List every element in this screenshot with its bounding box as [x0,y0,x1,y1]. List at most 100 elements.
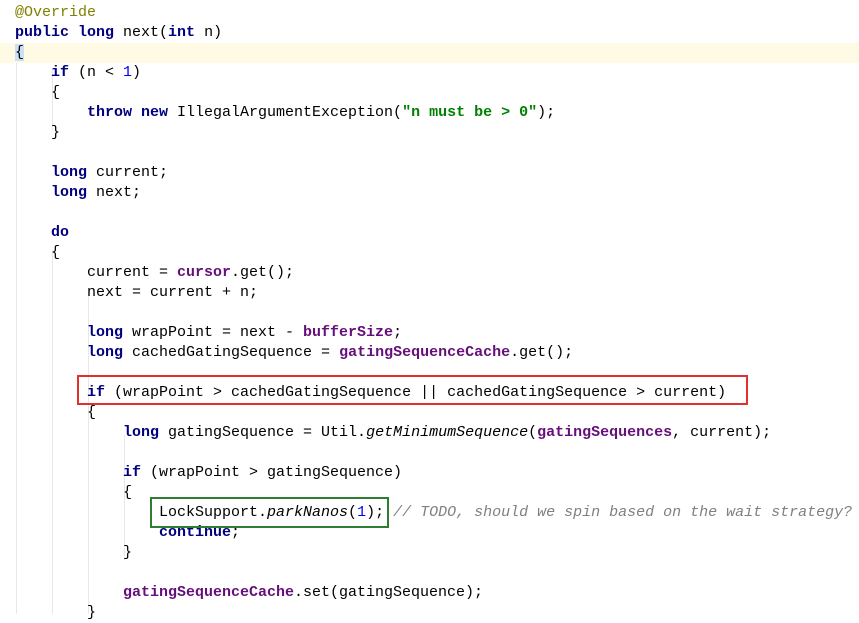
code-text: throw new IllegalArgumentException("n mu… [87,103,555,123]
token-plain: .get(); [510,344,574,361]
token-str: "n must be > 0" [402,104,538,121]
token-plain: ( [528,424,538,441]
code-line[interactable]: long current; [0,163,859,183]
code-line[interactable] [0,203,859,223]
code-text: { [15,43,25,63]
code-text: next = current + n; [87,283,258,303]
token-plain: , current); [672,424,772,441]
token-plain: } [51,124,61,141]
code-line[interactable]: long wrapPoint = next - bufferSize; [0,323,859,343]
code-line[interactable] [0,143,859,163]
code-line[interactable]: next = current + n; [0,283,859,303]
code-line[interactable]: } [0,603,859,623]
code-text: long gatingSequence = Util.getMinimumSeq… [123,423,771,443]
token-brace-match: { [15,44,25,61]
token-kw: do [51,224,70,241]
token-kw: long [123,424,169,441]
token-kw: if [51,64,79,81]
code-line[interactable]: long gatingSequence = Util.getMinimumSeq… [0,423,859,443]
code-line[interactable]: public long next(int n) [0,23,859,43]
code-line[interactable]: if (n < 1) [0,63,859,83]
token-kw: if [123,464,151,481]
code-line[interactable]: } [0,543,859,563]
code-line[interactable]: { [0,403,859,423]
green-highlight-box [150,497,389,528]
code-line[interactable]: { [0,43,859,63]
code-text: { [51,83,60,103]
token-kw: int [168,24,205,41]
token-plain: } [123,544,133,561]
token-plain: ; [393,324,403,341]
code-text: long cachedGatingSequence = gatingSequen… [87,343,573,363]
token-plain: (n < [78,64,124,81]
token-num: 1 [123,64,133,81]
token-field: bufferSize [303,324,394,341]
red-highlight-box [77,375,748,405]
code-text: { [123,483,132,503]
code-text: { [87,403,96,423]
code-line[interactable]: } [0,123,859,143]
token-field: cursor [177,264,232,281]
code-line[interactable] [0,303,859,323]
token-ann: @Override [15,4,97,21]
code-line[interactable]: throw new IllegalArgumentException("n mu… [0,103,859,123]
token-ital: getMinimumSequence [366,424,529,441]
token-plain: { [51,244,61,261]
code-text: gatingSequenceCache.set(gatingSequence); [123,583,483,603]
code-text: @Override [15,3,96,23]
code-text: long wrapPoint = next - bufferSize; [87,323,402,343]
token-kw: long [51,164,97,181]
code-line[interactable]: do [0,223,859,243]
token-plain: .set(gatingSequence); [294,584,484,601]
token-kw: throw new [87,104,178,121]
token-plain: .get(); [231,264,295,281]
token-plain: } [87,604,97,621]
token-field: gatingSequenceCache [339,344,511,361]
code-text: { [51,243,60,263]
code-text: } [51,123,60,143]
code-line[interactable]: if (wrapPoint > gatingSequence) [0,463,859,483]
token-kw: long [87,344,133,361]
code-text: } [123,543,132,563]
token-plain: ); [537,104,556,121]
token-plain: n) [204,24,223,41]
code-text: if (wrapPoint > gatingSequence) [123,463,402,483]
code-line[interactable]: { [0,83,859,103]
code-line[interactable]: LockSupport.parkNanos(1); // TODO, shoul… [0,503,859,523]
token-plain: { [123,484,133,501]
code-text: long next; [51,183,141,203]
code-text: do [51,223,69,243]
token-field: gatingSequenceCache [123,584,295,601]
code-line[interactable]: { [0,483,859,503]
token-plain: (wrapPoint > gatingSequence) [150,464,403,481]
code-line[interactable]: current = cursor.get(); [0,263,859,283]
code-line[interactable]: long cachedGatingSequence = gatingSequen… [0,343,859,363]
token-kw: public long [15,24,124,41]
code-line[interactable]: @Override [0,3,859,23]
code-editor[interactable]: @Override public long next(int n){if (n <… [0,0,859,621]
token-plain: gatingSequence = Util. [168,424,367,441]
code-line[interactable] [0,563,859,583]
code-text: if (n < 1) [51,63,141,83]
code-line[interactable] [0,443,859,463]
token-plain: ) [132,64,142,81]
token-plain: current; [96,164,169,181]
code-line[interactable]: long next; [0,183,859,203]
token-plain: { [87,404,97,421]
code-text: } [87,603,96,623]
token-plain: cachedGatingSequence = [132,344,340,361]
code-text: public long next(int n) [15,23,222,43]
token-plain: current = [87,264,178,281]
token-kw: long [87,324,133,341]
code-line[interactable]: continue; [0,523,859,543]
token-kw: long [51,184,97,201]
token-field: gatingSequences [537,424,673,441]
code-text: long current; [51,163,168,183]
token-plain: next( [123,24,169,41]
code-line[interactable]: { [0,243,859,263]
code-line[interactable]: gatingSequenceCache.set(gatingSequence); [0,583,859,603]
token-plain: wrapPoint = next - [132,324,304,341]
code-text: current = cursor.get(); [87,263,294,283]
token-plain: next = current + n; [87,284,259,301]
token-plain: IllegalArgumentException( [177,104,403,121]
